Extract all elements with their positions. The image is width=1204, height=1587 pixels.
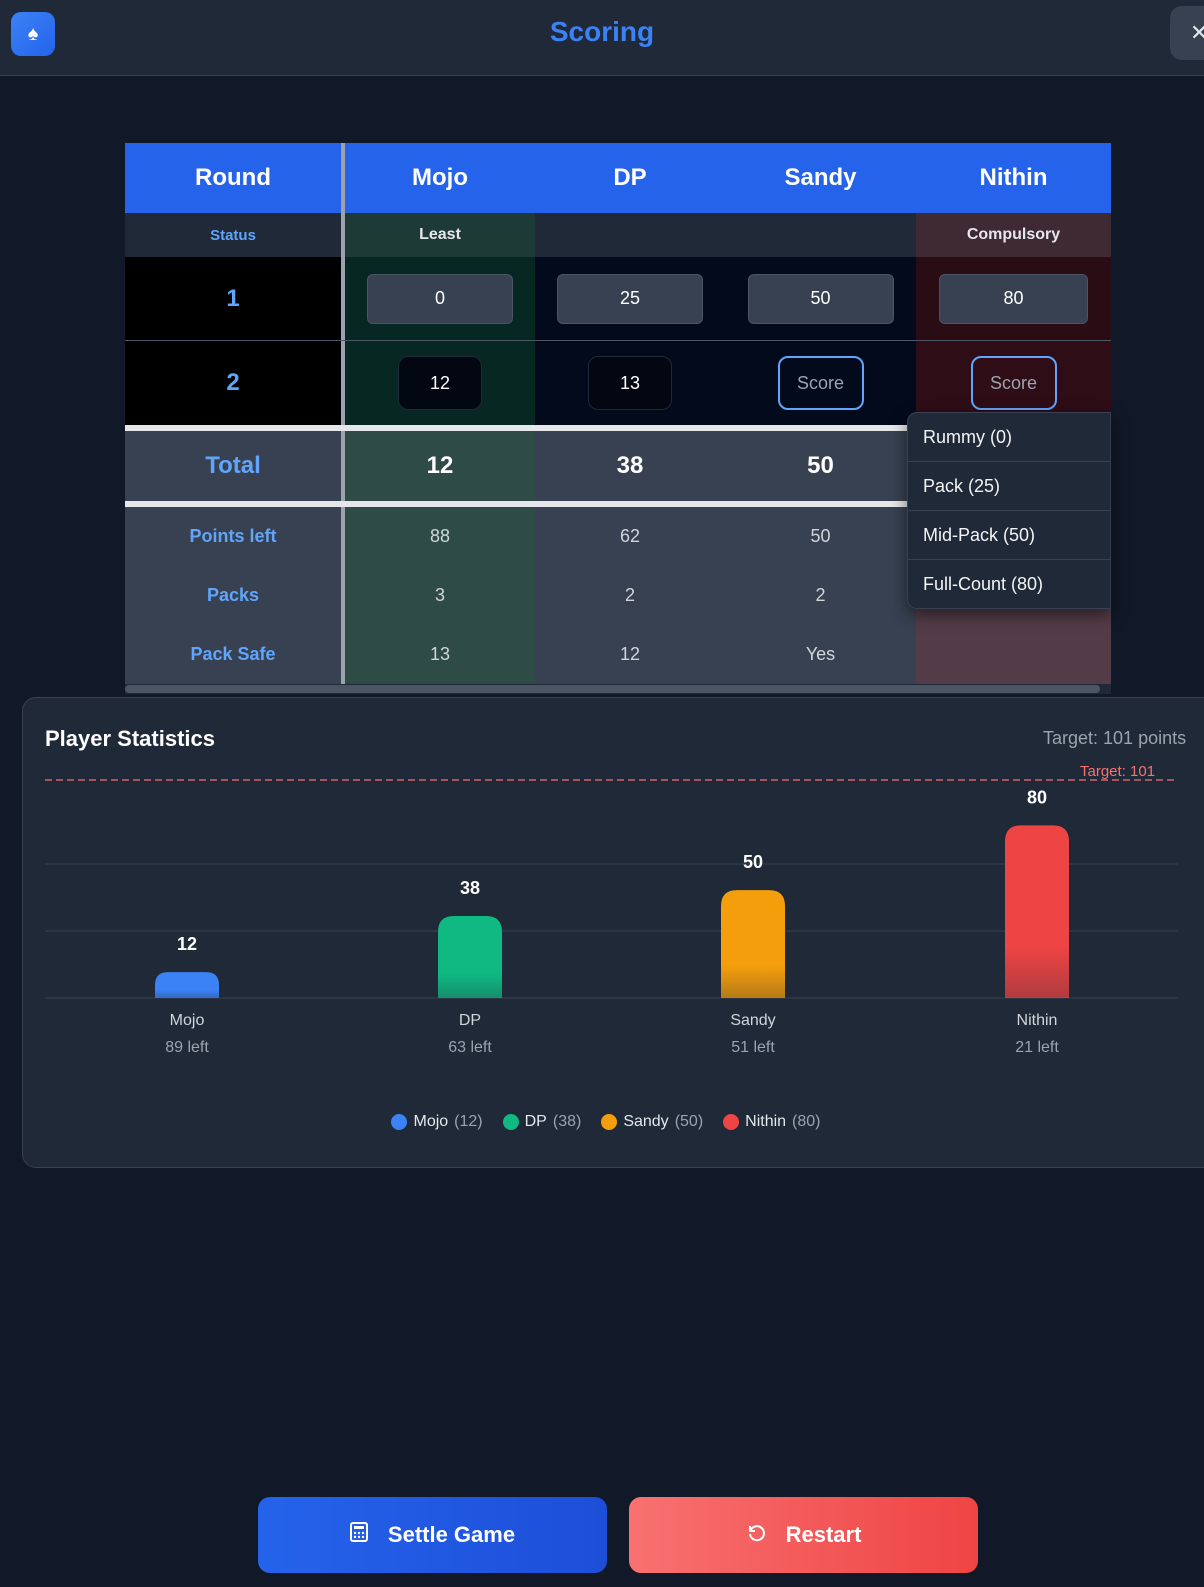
- bar-category-label: Nithin: [1017, 1012, 1058, 1029]
- stat-value: 2: [624, 585, 635, 605]
- legend-value: (12): [454, 1113, 483, 1130]
- status-badge: Least: [345, 213, 535, 257]
- status-row: Status Least Compulsory: [125, 213, 1111, 257]
- legend-value: (80): [792, 1113, 821, 1130]
- stat-value: 12: [619, 644, 641, 664]
- score-input[interactable]: 25: [557, 273, 703, 324]
- stats-title: Player Statistics: [45, 726, 215, 751]
- bar-value-label: 50: [743, 852, 763, 872]
- legend-dot: [502, 1114, 519, 1130]
- score-input[interactable]: 13: [588, 356, 672, 410]
- stat-value: 3: [345, 566, 535, 625]
- bar-sandy: [721, 890, 785, 998]
- close-button[interactable]: ✕: [1170, 6, 1204, 60]
- legend-name: Nithin: [745, 1113, 787, 1130]
- legend-name: DP: [524, 1113, 547, 1130]
- stat-value: 88: [345, 507, 535, 566]
- legend-item: DP (38): [502, 1113, 582, 1131]
- score-input[interactable]: 12: [398, 356, 482, 410]
- legend-dot: [723, 1114, 740, 1130]
- bar-left-label: 63 left: [448, 1039, 492, 1056]
- app-header: ♠ Scoring ✕: [0, 0, 1204, 76]
- round-number: 2: [125, 341, 345, 425]
- bar-category-label: Mojo: [170, 1012, 205, 1029]
- stat-label: Packs: [125, 566, 345, 625]
- legend-item: Sandy (50): [601, 1113, 703, 1131]
- stats-target: Target: 101 points: [1043, 728, 1187, 748]
- legend-item: Mojo (12): [391, 1113, 483, 1131]
- header-player-mojo: Mojo: [412, 164, 468, 191]
- stat-value: [916, 625, 1111, 684]
- chart-legend: Mojo (12) DP (38) Sandy (50) Nithin (80): [23, 1113, 1189, 1131]
- dropdown-option-pack[interactable]: Pack (25): [908, 462, 1110, 511]
- score-input[interactable]: 0: [367, 273, 513, 324]
- bar-category-label: Sandy: [730, 1012, 775, 1029]
- bar-left-label: 89 left: [165, 1039, 209, 1056]
- settle-game-label: Settle Game: [387, 1522, 516, 1547]
- restart-icon: [746, 1522, 766, 1548]
- stat-value: Yes: [805, 644, 836, 664]
- bar-nithin: [1005, 825, 1069, 998]
- round-row: 1 0 25 50 80: [125, 257, 1111, 341]
- status-label: Status: [125, 213, 345, 257]
- score-select-button[interactable]: Score: [970, 356, 1057, 410]
- calculator-icon: [349, 1522, 368, 1548]
- bar-left-label: 51 left: [731, 1039, 775, 1056]
- dropdown-option-mid-pack[interactable]: Mid-Pack (50): [908, 511, 1110, 560]
- bar-value-label: 12: [177, 934, 197, 954]
- close-icon: ✕: [1190, 20, 1204, 45]
- total-label: Total: [125, 431, 345, 501]
- stat-value: 2: [815, 585, 826, 605]
- bar-value-label: 80: [1027, 787, 1047, 807]
- status-badge: [725, 213, 916, 257]
- legend-dot: [601, 1114, 618, 1130]
- status-badge: Compulsory: [916, 213, 1111, 257]
- round-number: 1: [125, 257, 345, 340]
- stat-label: Points left: [125, 507, 345, 566]
- total-value: 12: [345, 431, 535, 501]
- pack-safe-row: Pack Safe 13 12 Yes: [125, 625, 1111, 684]
- legend-value: (50): [674, 1113, 704, 1130]
- settle-game-button[interactable]: Settle Game: [258, 1497, 607, 1573]
- legend-name: Mojo: [413, 1113, 449, 1130]
- dropdown-option-rummy[interactable]: Rummy (0): [908, 413, 1110, 462]
- stats-bar-chart: Target: 101 12 Mojo 89 left 38 DP 63 left 50 San…: [45, 763, 1178, 1056]
- restart-button[interactable]: Restart: [629, 1497, 978, 1573]
- page-title: Scoring: [549, 16, 655, 47]
- score-input[interactable]: 50: [747, 273, 894, 324]
- player-statistics-panel: Target: 101 12 Mojo 89 left 38 DP 63 left 50 San…: [22, 697, 1204, 1168]
- stat-value: 13: [345, 625, 535, 684]
- bar-mojo: [155, 972, 219, 998]
- table-header-row: Round Mojo DP Sandy Nithin: [125, 143, 1111, 213]
- legend-name: Sandy: [623, 1113, 669, 1130]
- bar-category-label: DP: [459, 1012, 481, 1029]
- header-player-nithin: Nithin: [979, 164, 1048, 191]
- target-line-label: Target: 101: [1080, 763, 1155, 780]
- score-select-button[interactable]: Score: [777, 356, 864, 410]
- score-input[interactable]: 80: [939, 273, 1088, 324]
- header-player-dp: DP: [613, 164, 647, 191]
- legend-value: (38): [552, 1113, 582, 1130]
- status-badge: [535, 213, 725, 257]
- legend-dot: [391, 1114, 408, 1130]
- stat-label: Pack Safe: [125, 625, 345, 684]
- stat-value: 62: [619, 526, 641, 546]
- total-value: 38: [616, 452, 644, 479]
- header-player-sandy: Sandy: [784, 164, 857, 191]
- bar-left-label: 21 left: [1015, 1039, 1059, 1056]
- bar-dp: [438, 915, 502, 998]
- stat-value: 50: [810, 526, 831, 546]
- bar-value-label: 38: [460, 878, 480, 898]
- scrollbar-thumb[interactable]: [125, 685, 1100, 693]
- restart-label: Restart: [785, 1522, 862, 1547]
- table-scrollbar[interactable]: [125, 684, 1111, 694]
- header-round: Round: [125, 143, 345, 213]
- legend-item: Nithin (80): [723, 1113, 821, 1131]
- dropdown-option-full-count[interactable]: Full-Count (80): [908, 560, 1110, 608]
- score-dropdown-menu: Rummy (0) Pack (25) Mid-Pack (50) Full-C…: [907, 412, 1111, 609]
- total-value: 50: [807, 452, 834, 479]
